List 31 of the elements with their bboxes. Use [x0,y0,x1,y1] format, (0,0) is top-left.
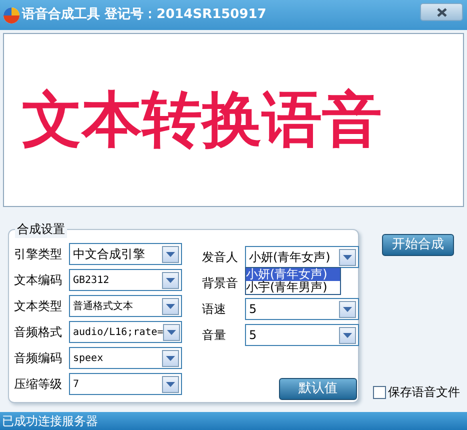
field-label: 音量 [202,327,227,344]
field-label: 背景音 [202,275,239,292]
checkbox-label: 保存语音文件 [388,384,460,401]
close-icon [436,8,446,16]
dropdown-field[interactable]: 5 [245,324,359,346]
dropdown-field[interactable]: audio/L16;rate= [69,321,182,343]
field-label: 音频编码 [14,350,63,367]
field-label: 发音人 [202,249,239,266]
dropdown-field[interactable]: GB2312 [69,269,182,291]
dropdown-option[interactable]: 小妍(青年女声) [246,268,340,281]
save-checkbox[interactable] [373,386,386,398]
dropdown-field[interactable]: speex [69,347,182,369]
close-button[interactable] [420,3,463,21]
field-label: 文本编码 [14,272,63,289]
start-button[interactable]: 开始合成 [382,234,454,256]
text-input-area[interactable]: 文本转换语音 [3,33,464,207]
field-label: 压缩等级 [14,376,63,393]
dropdown-field[interactable]: 5 [245,298,359,320]
group-title: 合成设置 [15,220,67,238]
dropdown-option[interactable]: 小宇(青年男声) [246,281,340,294]
window-title: 语音合成工具 登记号：2014SR150917 [22,6,266,24]
dropdown-field[interactable]: 7 [69,373,182,395]
status-bar: 已成功连接服务器 [0,412,467,430]
field-label: 引擎类型 [14,246,63,263]
dropdown-field[interactable]: 中文合成引擎 [69,243,182,265]
field-label: 文本类型 [14,298,63,315]
app-icon [3,6,20,24]
dropdown-field[interactable]: 普通格式文本 [69,295,182,317]
field-label: 音频格式 [14,324,63,341]
dropdown-field[interactable]: 小妍(青年女声) [245,246,359,268]
field-label: 语速 [202,301,227,318]
